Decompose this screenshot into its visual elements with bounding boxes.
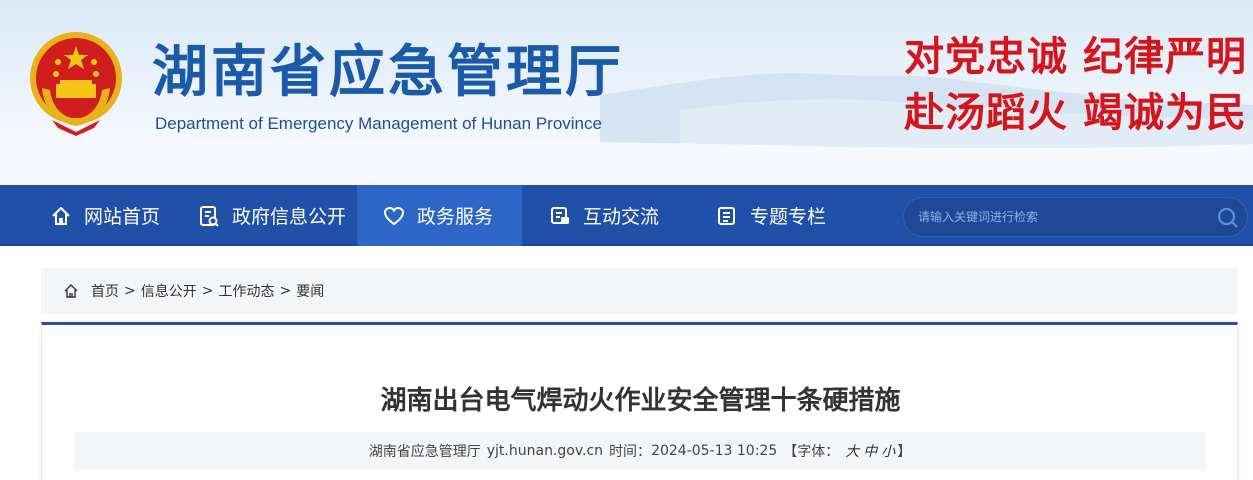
article-source: 湖南省应急管理厅 xyxy=(368,444,481,460)
breadcrumb-work-news[interactable]: 工作动态 xyxy=(218,281,274,301)
header-banner: 湖南省应急管理厅 Department of Emergency Managem… xyxy=(0,0,1253,185)
nav-item-label: 互动交流 xyxy=(583,206,660,228)
site-title: 湖南省应急管理厅 xyxy=(152,40,624,105)
list-icon xyxy=(718,206,735,225)
article-site: yjt.hunan.gov.cn xyxy=(486,443,604,459)
article-time: 2024-05-13 10:25 xyxy=(651,443,778,459)
nav-item-home[interactable]: 网站首页 xyxy=(50,185,160,246)
slogan-line-1: 对党忠诚 纪律严明 xyxy=(904,33,1247,80)
nav-item-label: 网站首页 xyxy=(84,206,161,228)
article-time-label: 时间： xyxy=(609,444,652,460)
nav-item-label: 政府信息公开 xyxy=(232,206,347,228)
chat-icon xyxy=(551,206,569,224)
article-title: 湖南出台电气焊动火作业安全管理十条硬措施 xyxy=(380,386,901,416)
breadcrumb-separator: > xyxy=(124,283,136,299)
breadcrumb-home[interactable]: 首页 xyxy=(91,281,119,301)
font-size-close: 】 xyxy=(897,444,912,460)
home-icon xyxy=(64,284,78,298)
nav-item-label: 专题专栏 xyxy=(750,206,827,228)
breadcrumb: 首页 > 信息公开 > 工作动态 > 要闻 xyxy=(41,268,1238,314)
site-subtitle: Department of Emergency Management of Hu… xyxy=(155,114,602,133)
font-size-small[interactable]: 小 xyxy=(881,441,895,461)
slogan-line-2: 赴汤蹈火 竭诚为民 xyxy=(904,89,1247,136)
search-icon[interactable] xyxy=(1216,206,1240,230)
heart-icon xyxy=(383,206,405,225)
national-emblem-icon xyxy=(30,32,122,136)
search-input[interactable] xyxy=(918,198,1208,236)
nav-item-label: 政务服务 xyxy=(417,206,494,228)
nav-item-services[interactable]: 政务服务 xyxy=(357,185,522,246)
document-icon xyxy=(200,205,219,227)
font-size-large[interactable]: 大 xyxy=(845,441,859,461)
breadcrumb-info-public[interactable]: 信息公开 xyxy=(141,281,197,301)
nav-item-topics[interactable]: 专题专栏 xyxy=(716,185,826,246)
search-box xyxy=(903,197,1248,237)
font-size-label: 【字体： xyxy=(783,444,840,460)
home-icon xyxy=(52,206,70,225)
nav-item-gov-info[interactable]: 政府信息公开 xyxy=(198,185,346,246)
article-card: 湖南出台电气焊动火作业安全管理十条硬措施 湖南省应急管理厅 yjt.hunan.… xyxy=(41,322,1238,480)
breadcrumb-headlines[interactable]: 要闻 xyxy=(296,281,324,301)
font-size-medium[interactable]: 中 xyxy=(863,441,877,461)
nav-item-interaction[interactable]: 互动交流 xyxy=(549,185,659,246)
article-meta: 湖南省应急管理厅 yjt.hunan.gov.cn 时间： 2024-05-13… xyxy=(74,432,1206,470)
breadcrumb-separator: > xyxy=(279,283,292,299)
breadcrumb-separator: > xyxy=(201,283,214,299)
